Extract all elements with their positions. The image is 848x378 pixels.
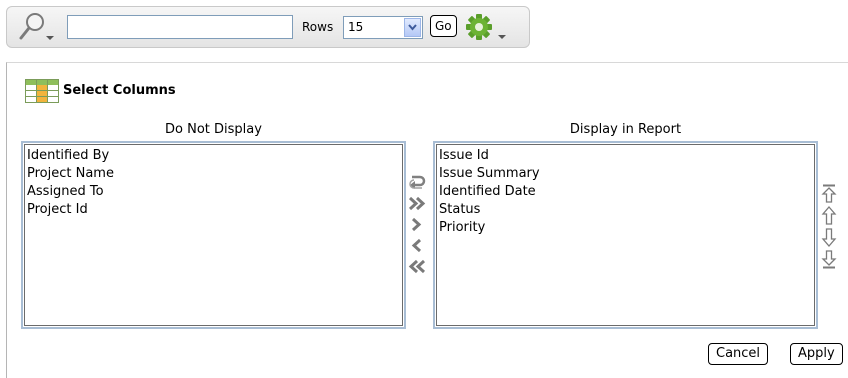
move-left-icon[interactable]	[407, 236, 427, 255]
gear-icon	[466, 14, 506, 40]
go-button[interactable]: Go	[430, 15, 457, 37]
list-option[interactable]: Project Id	[27, 201, 400, 219]
reset-icon[interactable]	[407, 173, 427, 192]
list-option[interactable]: Project Name	[27, 165, 400, 183]
display-in-report-list[interactable]: Issue Id Issue Summary Identified Date Stat…	[433, 141, 818, 329]
move-buttons	[407, 173, 429, 278]
report-toolbar: Rows 15 Go	[6, 6, 530, 48]
actions-menu-button[interactable]	[465, 13, 521, 43]
select-columns-panel: Select Columns Do Not Display Identified…	[6, 62, 848, 378]
move-all-left-icon[interactable]	[407, 257, 427, 276]
list-option[interactable]: Status	[439, 201, 812, 219]
cancel-button[interactable]: Cancel	[708, 343, 769, 365]
list-option[interactable]: Issue Summary	[439, 165, 812, 183]
display-in-report-heading: Display in Report	[569, 122, 682, 137]
move-right-icon[interactable]	[407, 215, 427, 234]
move-all-right-icon[interactable]	[407, 194, 427, 213]
list-option[interactable]: Identified By	[27, 147, 400, 165]
rows-select-value: 15	[348, 20, 364, 34]
search-icon[interactable]	[15, 11, 59, 43]
move-bottom-icon[interactable]	[821, 249, 837, 270]
chevron-down-icon[interactable]	[404, 18, 421, 37]
move-up-icon[interactable]	[821, 205, 837, 226]
list-option[interactable]: Assigned To	[27, 183, 400, 201]
list-option[interactable]: Issue Id	[439, 147, 812, 165]
order-buttons	[821, 183, 841, 271]
search-input[interactable]	[67, 15, 293, 39]
rows-select[interactable]: 15	[343, 16, 423, 39]
do-not-display-list-inner: Identified By Project Name Assigned To Proj…	[24, 144, 403, 326]
apply-button[interactable]: Apply	[790, 343, 843, 365]
list-option[interactable]: Identified Date	[439, 183, 812, 201]
panel-title: Select Columns	[63, 83, 176, 98]
do-not-display-heading: Do Not Display	[165, 122, 262, 137]
move-down-icon[interactable]	[821, 227, 837, 248]
do-not-display-list[interactable]: Identified By Project Name Assigned To Proj…	[21, 141, 406, 329]
move-top-icon[interactable]	[821, 183, 837, 204]
list-option[interactable]: Priority	[439, 219, 812, 237]
display-in-report-list-inner: Issue Id Issue Summary Identified Date Stat…	[436, 144, 815, 326]
rows-label: Rows	[302, 20, 334, 34]
table-icon	[25, 79, 59, 106]
